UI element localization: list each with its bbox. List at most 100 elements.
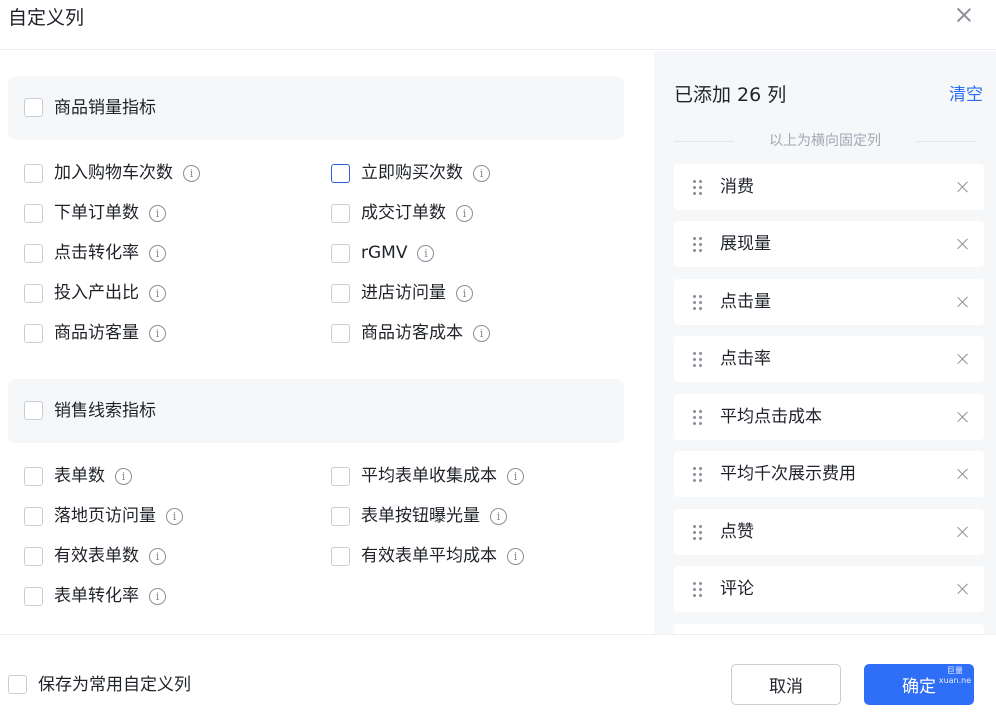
metric-checkbox[interactable] <box>331 466 350 486</box>
metric-checkbox[interactable] <box>331 283 350 303</box>
watermark: 巨量 xuan.ne <box>938 666 972 685</box>
info-icon[interactable]: i <box>149 204 166 222</box>
selected-column-label: 消费 <box>720 177 754 197</box>
selected-column-item[interactable]: 展现量 <box>674 221 984 267</box>
metric-checkbox[interactable] <box>24 203 43 223</box>
metric-option[interactable]: 有效表单平均成本 i <box>331 544 524 568</box>
info-icon[interactable]: i <box>149 244 166 262</box>
info-icon[interactable]: i <box>149 324 166 342</box>
metric-label: 点击转化率 <box>54 243 139 263</box>
metric-option[interactable]: 表单数 i <box>24 464 132 488</box>
drag-handle-icon[interactable] <box>693 410 703 426</box>
info-icon[interactable]: i <box>507 547 524 565</box>
remove-icon[interactable] <box>957 583 969 595</box>
selected-column-item[interactable]: 点赞 <box>674 509 984 555</box>
dialog-title: 自定义列 <box>8 7 85 29</box>
info-icon[interactable]: i <box>149 547 166 565</box>
info-icon[interactable]: i <box>490 507 507 525</box>
selected-column-label: 点击量 <box>720 292 771 312</box>
save-as-common-checkbox[interactable] <box>8 675 27 694</box>
drag-handle-icon[interactable] <box>693 295 703 311</box>
metric-option[interactable]: 平均表单收集成本 i <box>331 464 524 488</box>
info-icon[interactable]: i <box>456 284 473 302</box>
metric-label: 立即购买次数 <box>361 163 463 183</box>
info-icon[interactable]: i <box>183 164 200 182</box>
metric-label: rGMV <box>361 243 408 263</box>
confirm-button-label: 确定 <box>902 677 936 697</box>
group-header-sales-leads: 销售线索指标 <box>8 379 624 443</box>
selected-column-item[interactable]: 平均千次展示费用 <box>674 451 984 497</box>
metric-label: 表单数 <box>54 466 105 486</box>
info-icon[interactable]: i <box>456 204 473 222</box>
drag-handle-icon[interactable] <box>693 180 703 196</box>
metric-option[interactable]: 商品访客量 i <box>24 321 166 345</box>
remove-icon[interactable] <box>957 238 969 250</box>
group-checkbox[interactable] <box>24 98 43 117</box>
metric-picker: 商品销量指标 加入购物车次数 i 立即购买次数 i 下单订单数 i 成交订单数 … <box>0 51 654 634</box>
clear-all-link[interactable]: 清空 <box>949 83 983 107</box>
cancel-button[interactable]: 取消 <box>731 664 841 705</box>
drag-handle-icon[interactable] <box>693 352 703 368</box>
metric-option[interactable]: 立即购买次数 i <box>331 161 490 185</box>
group-label: 商品销量指标 <box>54 98 156 118</box>
drag-handle-icon[interactable] <box>693 237 703 253</box>
drag-handle-icon[interactable] <box>693 582 703 598</box>
selected-column-item[interactable]: 评论 <box>674 566 984 612</box>
remove-icon[interactable] <box>957 353 969 365</box>
metric-checkbox[interactable] <box>331 546 350 566</box>
info-icon[interactable]: i <box>473 324 490 342</box>
remove-icon[interactable] <box>957 181 969 193</box>
drag-handle-icon[interactable] <box>693 525 703 541</box>
metric-checkbox[interactable] <box>331 243 350 263</box>
metric-checkbox[interactable] <box>331 203 350 223</box>
remove-icon[interactable] <box>957 526 969 538</box>
info-icon[interactable]: i <box>149 587 166 605</box>
metric-option[interactable]: 有效表单数 i <box>24 544 166 568</box>
group-checkbox[interactable] <box>24 401 43 420</box>
metric-option[interactable]: 投入产出比 i <box>24 281 166 305</box>
selected-column-label: 展现量 <box>720 234 771 254</box>
metric-option[interactable]: 点击转化率 i <box>24 241 166 265</box>
info-icon[interactable]: i <box>507 467 524 485</box>
selected-column-item[interactable]: 点击量 <box>674 279 984 325</box>
metric-option[interactable]: rGMV i <box>331 241 435 265</box>
remove-icon[interactable] <box>957 468 969 480</box>
metric-option[interactable]: 表单转化率 i <box>24 584 166 608</box>
metric-checkbox[interactable] <box>24 323 43 343</box>
selected-column-item-partial[interactable] <box>674 624 984 634</box>
metric-checkbox[interactable] <box>24 163 43 183</box>
metric-checkbox[interactable] <box>24 506 43 526</box>
info-icon[interactable]: i <box>149 284 166 302</box>
metric-label: 表单转化率 <box>54 586 139 606</box>
metric-option[interactable]: 下单订单数 i <box>24 201 166 225</box>
info-icon[interactable]: i <box>115 467 132 485</box>
metric-checkbox[interactable] <box>24 546 43 566</box>
selected-column-item[interactable]: 消费 <box>674 164 984 210</box>
metric-checkbox[interactable] <box>24 283 43 303</box>
metric-option[interactable]: 商品访客成本 i <box>331 321 490 345</box>
drag-handle-icon[interactable] <box>693 467 703 483</box>
selected-column-item[interactable]: 点击率 <box>674 336 984 382</box>
selected-column-label: 点赞 <box>720 522 754 542</box>
metric-checkbox[interactable] <box>331 506 350 526</box>
metric-option[interactable]: 表单按钮曝光量 i <box>331 504 507 528</box>
metric-option[interactable]: 成交订单数 i <box>331 201 473 225</box>
metric-checkbox[interactable] <box>331 163 350 183</box>
metric-option[interactable]: 进店访问量 i <box>331 281 473 305</box>
metric-label: 投入产出比 <box>54 283 139 303</box>
metric-option[interactable]: 落地页访问量 i <box>24 504 183 528</box>
metric-checkbox[interactable] <box>24 586 43 606</box>
metric-checkbox[interactable] <box>24 243 43 263</box>
selected-column-item[interactable]: 平均点击成本 <box>674 394 984 440</box>
info-icon[interactable]: i <box>417 244 435 262</box>
custom-columns-dialog: 自定义列 商品销量指标 加入购物车次数 i 立即购买次数 i 下单订单数 i 成… <box>0 0 996 714</box>
metric-option[interactable]: 加入购物车次数 i <box>24 161 200 185</box>
info-icon[interactable]: i <box>166 507 183 525</box>
remove-icon[interactable] <box>957 296 969 308</box>
remove-icon[interactable] <box>957 411 969 423</box>
info-icon[interactable]: i <box>473 164 490 182</box>
metric-checkbox[interactable] <box>331 323 350 343</box>
metric-checkbox[interactable] <box>24 466 43 486</box>
group-header-sales-volume: 商品销量指标 <box>8 76 624 140</box>
close-icon[interactable] <box>955 6 973 24</box>
